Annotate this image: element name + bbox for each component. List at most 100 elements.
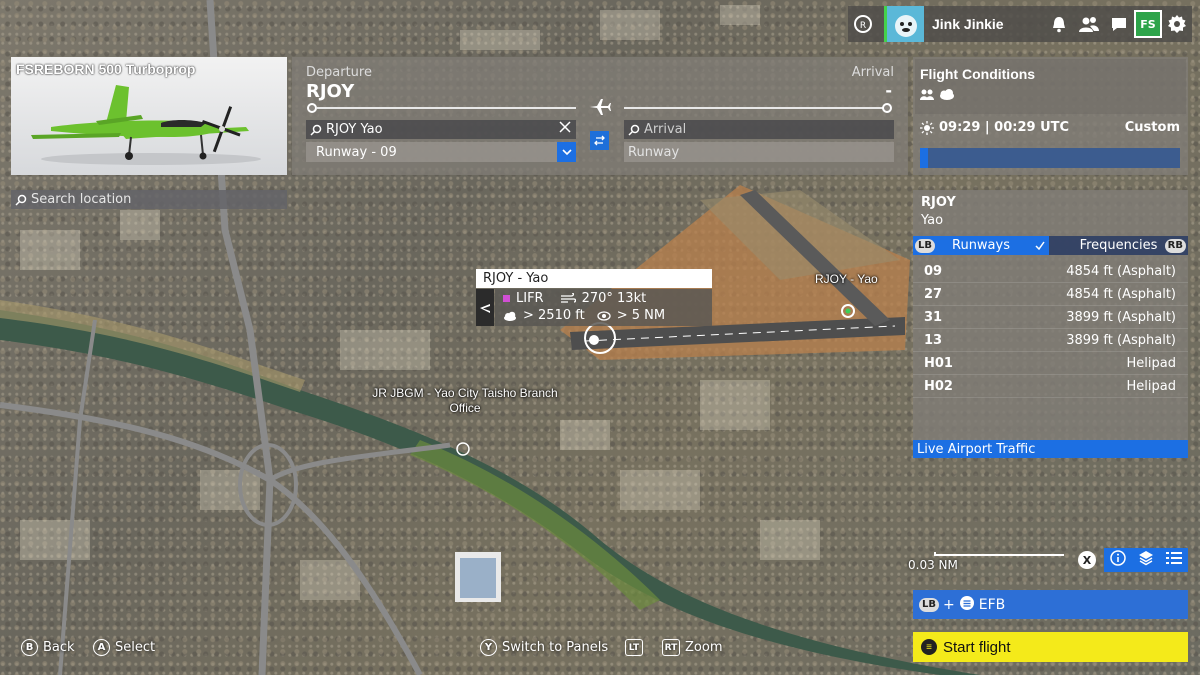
arrival-code[interactable]: - [885, 81, 892, 100]
popup-weather: LIFR 270° 13kt > 2510 ft > 5 NM [495, 289, 712, 326]
tab-runways[interactable]: LB Runways [913, 236, 1049, 255]
flight-conditions-panel[interactable]: Flight Conditions 09:29 | 00:29 UTC Cust… [913, 57, 1188, 175]
chat-icon[interactable] [1104, 9, 1134, 39]
runway-row[interactable]: H01 Helipad [913, 352, 1188, 375]
gear-icon[interactable] [1162, 9, 1192, 39]
arrival-runway-value: Runway [628, 144, 680, 160]
runway-info: Helipad [1126, 355, 1176, 371]
username[interactable]: Jink Jinkie [932, 16, 1036, 32]
runway-row[interactable]: 31 3899 ft (Asphalt) [913, 306, 1188, 329]
zoom-hint[interactable]: LT RT Zoom [625, 639, 722, 656]
runway-row[interactable]: 13 3899 ft (Asphalt) [913, 329, 1188, 352]
fs-logo-icon[interactable]: FS [1134, 10, 1162, 38]
search-icon [628, 124, 640, 136]
list-icon[interactable] [1166, 551, 1182, 569]
back-label: Back [43, 640, 75, 655]
runway-row[interactable]: 27 4854 ft (Asphalt) [913, 283, 1188, 306]
map-airport-label[interactable]: RJOY - Yao [815, 272, 878, 286]
visibility-value: > 5 NM [616, 308, 666, 323]
arrival-search-input[interactable]: Arrival [624, 120, 894, 139]
wind-value: 270° 13kt [581, 291, 647, 306]
airport-popup[interactable]: RJOY - Yao LIFR 270° 13kt > 2510 ft > 5 … [476, 269, 712, 326]
time-of-day-slider[interactable] [920, 148, 1180, 168]
tab-runways-label: Runways [952, 238, 1010, 253]
conditions-title: Flight Conditions [920, 66, 1036, 82]
departure-label: Departure [306, 65, 372, 80]
time-readout: 09:29 | 00:29 UTC [920, 120, 1069, 135]
search-icon [15, 194, 27, 206]
lb-button-hint: LB [919, 597, 939, 612]
back-hint[interactable]: B Back [21, 639, 75, 656]
switch-panels-label: Switch to Panels [502, 640, 609, 655]
ceiling-value: > 2510 ft [523, 308, 585, 323]
top-bar: R Jink Jinkie FS [848, 6, 1192, 42]
aircraft-card[interactable]: FSREBORN 500 Turboprop [11, 57, 287, 175]
departure-code[interactable]: RJOY [306, 81, 354, 102]
search-icon [310, 124, 322, 136]
flight-category-dot [503, 295, 510, 302]
runway-id: 27 [924, 286, 943, 302]
people-icon [921, 89, 927, 95]
airport-tabs: LB Runways Frequencies RB [913, 236, 1188, 255]
info-icon[interactable] [1110, 550, 1126, 570]
svg-text:R: R [860, 21, 866, 31]
layers-icon[interactable] [1138, 550, 1154, 570]
cloud-icon [504, 311, 516, 321]
runway-id: 09 [924, 263, 943, 279]
swap-icon [594, 135, 605, 146]
runway-id: H01 [924, 355, 953, 371]
departure-runway-select[interactable]: Runway - 09 [306, 142, 576, 162]
search-location-input[interactable]: Search location [11, 190, 287, 209]
flight-category: LIFR [516, 291, 544, 306]
conditions-mode[interactable]: Custom [1125, 120, 1180, 135]
plus-icon: + [943, 596, 955, 613]
map-poi-label[interactable]: JR JBGM - Yao City Taisho Branch Office [360, 386, 570, 416]
live-airport-traffic-button[interactable]: Live Airport Traffic [913, 440, 1188, 458]
arrival-runway-select[interactable]: Runway [624, 142, 894, 162]
chevron-down-icon[interactable] [557, 142, 576, 162]
scale-label: 0.03 NM [908, 558, 958, 572]
scale-bar [934, 552, 1064, 556]
departure-search-value: RJOY Yao [326, 122, 383, 137]
clear-icon[interactable] [559, 121, 571, 137]
lb-button-hint: LB [915, 238, 935, 253]
select-hint[interactable]: A Select [93, 639, 155, 656]
achievement-icon[interactable]: R [848, 9, 878, 39]
runway-row[interactable]: H02 Helipad [913, 375, 1188, 398]
checkmark-icon [1035, 241, 1045, 250]
bell-icon[interactable] [1044, 9, 1074, 39]
time-slider-fill [920, 148, 928, 168]
airport-name: Yao [921, 213, 944, 228]
swap-airports-button[interactable] [590, 131, 609, 150]
runway-id: 13 [924, 332, 943, 348]
airport-icao: RJOY [921, 195, 956, 210]
tab-frequencies[interactable]: Frequencies RB [1049, 236, 1188, 255]
y-button-icon: Y [480, 639, 497, 656]
popup-title: RJOY - Yao [476, 269, 712, 288]
start-flight-button[interactable]: ≡ Start flight [913, 632, 1188, 662]
start-flight-label: Start flight [943, 638, 1011, 656]
airport-info-panel: RJOY Yao LB Runways Frequencies RB 09 485… [913, 190, 1188, 458]
arrival-line [624, 107, 884, 109]
zoom-label: Zoom [685, 640, 723, 655]
b-button-icon: B [21, 639, 38, 656]
tab-frequencies-label: Frequencies [1079, 238, 1158, 253]
aircraft-image [31, 85, 261, 165]
runway-info: 4854 ft (Asphalt) [1066, 286, 1176, 302]
friends-icon[interactable] [1074, 9, 1104, 39]
runway-icon [476, 289, 494, 326]
efb-button[interactable]: LB + EFB [913, 590, 1188, 619]
runway-info: 4854 ft (Asphalt) [1066, 263, 1176, 279]
runway-info: 3899 ft (Asphalt) [1066, 332, 1176, 348]
runway-row[interactable]: 09 4854 ft (Asphalt) [913, 260, 1188, 283]
wind-icon [560, 293, 576, 303]
switch-panels-hint[interactable]: Y Switch to Panels [480, 639, 608, 656]
avatar[interactable] [884, 6, 924, 42]
runway-info: 3899 ft (Asphalt) [1066, 309, 1176, 325]
departure-line [317, 107, 576, 109]
departure-search-input[interactable]: RJOY Yao [306, 120, 576, 139]
runway-info: Helipad [1126, 378, 1176, 394]
efb-label: EFB [978, 596, 1006, 613]
time-value: 09:29 | 00:29 UTC [939, 120, 1070, 135]
x-button-hint[interactable]: X [1078, 551, 1096, 569]
